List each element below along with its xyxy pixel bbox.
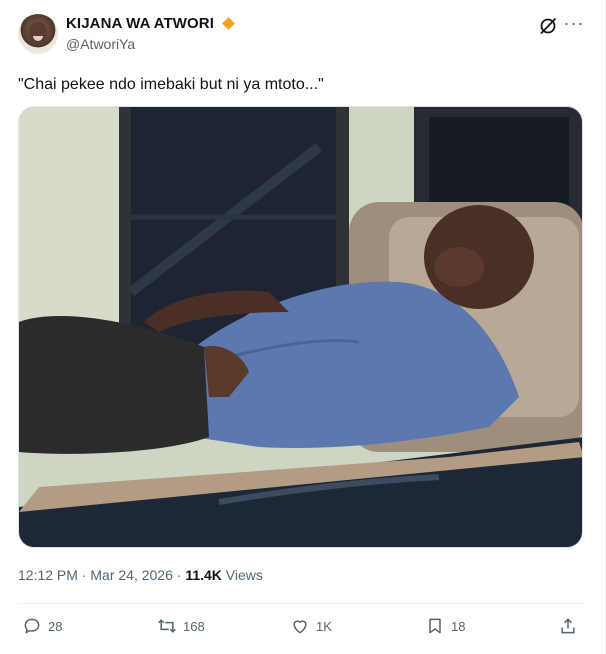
like-button[interactable]: 1K	[290, 616, 332, 636]
bookmark-button[interactable]: 18	[425, 616, 465, 636]
grok-icon[interactable]	[538, 16, 558, 36]
views-label: Views	[221, 567, 263, 583]
like-icon	[293, 620, 307, 634]
repost-count: 168	[183, 618, 205, 634]
author-name-row: KIJANA WA ATWORI	[66, 15, 235, 32]
bookmark-count: 18	[451, 618, 466, 634]
repost-icon	[158, 619, 176, 633]
action-bar: 28 168 1K 18	[18, 616, 583, 640]
author-display-name[interactable]: KIJANA WA ATWORI	[66, 15, 214, 32]
reply-icon	[24, 618, 40, 634]
divider	[18, 603, 585, 604]
tweet-text: "Chai pekee ndo imebaki but ni ya mtoto.…	[18, 76, 324, 93]
tweet-photo[interactable]	[18, 106, 583, 548]
bookmark-icon	[429, 618, 441, 634]
more-icon[interactable]: ···	[562, 14, 586, 36]
tweet-timestamp[interactable]: 12:12 PM · Mar 24, 2026 ·	[18, 567, 185, 583]
share-button[interactable]	[558, 616, 578, 636]
tweet-card: KIJANA WA ATWORI @AtworiYa ··· "Chai pek…	[0, 0, 606, 654]
views-count: 11.4K	[185, 567, 222, 583]
author-handle[interactable]: @AtworiYa	[66, 36, 135, 52]
avatar[interactable]	[18, 14, 58, 54]
reply-button[interactable]: 28	[22, 616, 62, 636]
tweet-meta: 12:12 PM · Mar 24, 2026 · 11.4K Views	[18, 567, 263, 583]
like-count: 1K	[316, 618, 332, 634]
reply-count: 28	[48, 618, 63, 634]
share-icon	[561, 618, 575, 634]
verified-badge-icon	[222, 17, 235, 30]
repost-button[interactable]: 168	[157, 616, 205, 636]
